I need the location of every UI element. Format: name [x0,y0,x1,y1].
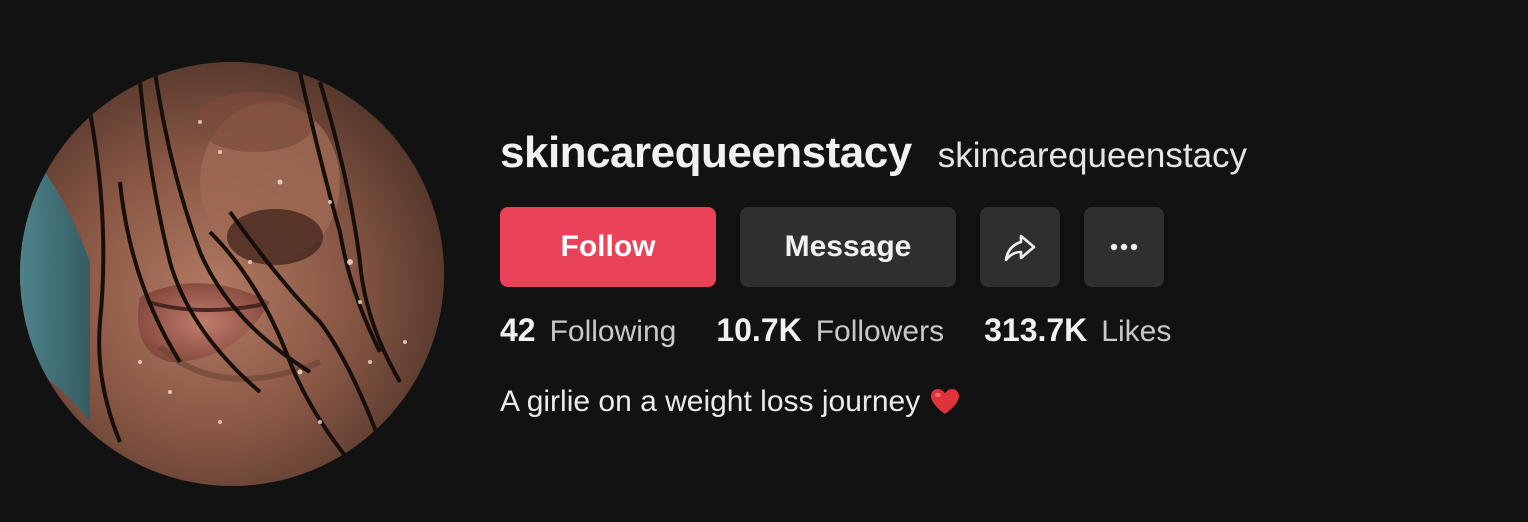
username: skincarequeenstacy [500,128,912,177]
stat-following-count: 42 [500,312,536,348]
share-arrow-icon [1004,234,1036,262]
avatar-photo [20,62,444,486]
profile-header: skincarequeenstacy skincarequeenstacy Fo… [0,0,1528,522]
bio: A girlie on a weight loss journey [500,385,960,419]
name-row: skincarequeenstacy skincarequeenstacy [500,128,1247,178]
stat-following[interactable]: 42 Following [500,312,676,349]
more-options-button[interactable] [1084,207,1164,287]
stat-followers-label: Followers [815,315,945,348]
stat-likes-count: 313.7K [984,312,1088,348]
stat-likes-label: Likes [1101,315,1172,348]
more-options-icon [1110,243,1138,251]
stat-likes: 313.7K Likes [984,312,1171,349]
stats-row: 42 Following 10.7K Followers 313.7K Like… [500,312,1211,349]
follow-button[interactable]: Follow [500,207,716,287]
red-heart-icon [931,389,960,414]
nickname: skincarequeenstacy [937,136,1248,175]
avatar[interactable] [20,62,444,486]
stat-followers-count: 10.7K [716,312,802,348]
profile-info: skincarequeenstacy skincarequeenstacy Fo… [500,0,1500,522]
action-buttons: Follow Message [500,207,1164,287]
share-button[interactable] [980,207,1060,287]
bio-text: A girlie on a weight loss journey [500,385,921,418]
message-button[interactable]: Message [740,207,956,287]
stat-followers[interactable]: 10.7K Followers [716,312,944,349]
stat-following-label: Following [549,315,677,348]
